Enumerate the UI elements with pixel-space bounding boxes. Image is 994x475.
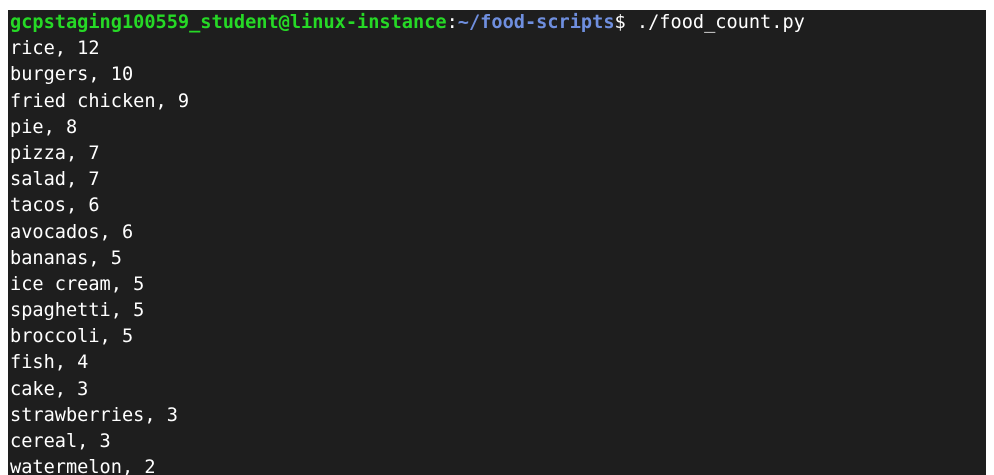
output-line: fried chicken, 9: [10, 90, 190, 112]
output-line: watermelon, 2: [10, 457, 156, 475]
output-line: avocados, 6: [10, 221, 134, 243]
output-line: cake, 3: [10, 378, 89, 400]
prompt-path: ~/food-scripts: [457, 12, 615, 33]
prompt-user-host: gcpstaging100559_student@linux-instance: [10, 12, 447, 33]
command-text: ./food_count.py: [636, 12, 805, 33]
prompt-separator: :: [446, 12, 458, 33]
terminal-window[interactable]: gcpstaging100559_student@linux-instance:…: [8, 10, 986, 475]
output-line: cereal, 3: [10, 431, 111, 452]
output-line: salad, 7: [10, 169, 100, 191]
output-line: fish, 4: [10, 352, 89, 374]
prompt-symbol: $: [614, 12, 637, 33]
output-line: pizza, 7: [10, 142, 100, 164]
output-line: ice cream, 5: [10, 273, 145, 295]
output-line: strawberries, 3: [10, 404, 178, 426]
prompt-line: gcpstaging100559_student@linux-instance:…: [8, 10, 986, 36]
output-line: pie, 8: [10, 116, 78, 138]
output-line: burgers, 10: [10, 64, 134, 86]
output-line: tacos, 6: [10, 195, 100, 217]
output-line: spaghetti, 5: [10, 300, 145, 322]
output-line: bananas, 5: [10, 247, 122, 269]
output-line: rice, 12: [10, 38, 100, 60]
output-line: broccoli, 5: [10, 326, 134, 348]
